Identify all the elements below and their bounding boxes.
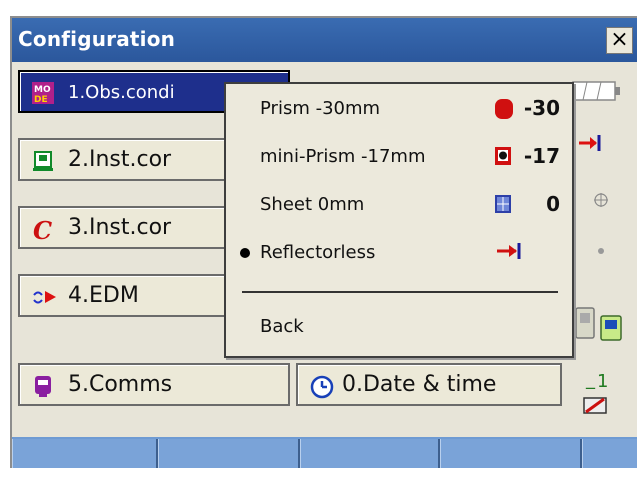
reflector-popup-menu: Prism -30mm -30 mini-Prism -17mm -17 She… xyxy=(224,82,574,358)
popup-item-label: Prism -30mm xyxy=(260,98,381,119)
memory-icon xyxy=(582,394,610,420)
menu-label: 3.Inst.cor xyxy=(68,215,172,240)
target-icon xyxy=(578,134,604,156)
popup-item-prism[interactable]: Prism -30mm -30 xyxy=(226,88,572,132)
softkey-2[interactable] xyxy=(158,439,300,468)
laser-dot-icon xyxy=(597,240,605,259)
mini-prism-icon xyxy=(494,146,514,166)
popup-item-label: mini-Prism -17mm xyxy=(260,146,426,167)
softkey-bar xyxy=(12,437,637,468)
instrument-icon xyxy=(32,150,54,172)
softkey-1[interactable] xyxy=(12,439,158,468)
popup-item-reflectorless[interactable]: Reflectorless xyxy=(226,232,572,276)
menu-label: 5.Comms xyxy=(68,372,173,397)
mode-icon: MO DE xyxy=(32,82,54,105)
menu-label: 1.Obs.condi xyxy=(68,82,175,103)
comms-icon xyxy=(32,375,54,397)
popup-item-label: Sheet 0mm xyxy=(260,194,365,215)
status-column: _ 1 xyxy=(566,62,637,437)
svg-text:DE: DE xyxy=(34,95,48,104)
back-label: Back xyxy=(260,316,304,337)
popup-item-back[interactable]: Back xyxy=(226,306,572,350)
window-title: Configuration xyxy=(18,27,176,51)
menu-divider xyxy=(242,291,558,293)
softkey-5[interactable] xyxy=(582,439,637,468)
menu-label: 0.Date & time xyxy=(342,372,497,397)
close-button[interactable]: × xyxy=(606,27,633,54)
edm-icon xyxy=(32,286,56,308)
menu-button-comms[interactable]: 5.Comms xyxy=(18,363,290,406)
c-constant-icon: C xyxy=(32,216,54,245)
popup-item-sheet[interactable]: Sheet 0mm 0 xyxy=(226,184,572,228)
selected-bullet-icon xyxy=(240,248,250,258)
softkey-4[interactable] xyxy=(440,439,582,468)
page-number: 1 xyxy=(597,371,608,392)
softkey-3[interactable] xyxy=(300,439,440,468)
popup-item-label: Reflectorless xyxy=(260,242,376,263)
mini-prism-constant: -17 xyxy=(523,144,560,168)
bluetooth-device-icon xyxy=(574,306,626,346)
menu-label: 4.EDM xyxy=(68,283,139,308)
screen: Configuration × MO DE 1.Obs.condi 2.Inst.… xyxy=(10,16,637,468)
prism-icon xyxy=(494,98,514,119)
title-bar: Configuration × xyxy=(12,18,637,62)
popup-item-mini-prism[interactable]: mini-Prism -17mm -17 xyxy=(226,136,572,180)
sheet-constant: 0 xyxy=(546,192,560,216)
svg-text:MO: MO xyxy=(34,85,51,95)
sheet-icon xyxy=(494,194,514,214)
menu-button-date-time[interactable]: 0.Date & time xyxy=(296,363,562,406)
clock-icon xyxy=(310,375,334,399)
battery-icon xyxy=(572,80,622,106)
svg-text:_: _ xyxy=(585,370,596,390)
svg-text:C: C xyxy=(33,218,52,242)
reflectorless-icon xyxy=(496,242,524,262)
tilt-icon xyxy=(593,192,609,212)
menu-label: 2.Inst.cor xyxy=(68,147,172,172)
prism-constant: -30 xyxy=(523,96,560,120)
